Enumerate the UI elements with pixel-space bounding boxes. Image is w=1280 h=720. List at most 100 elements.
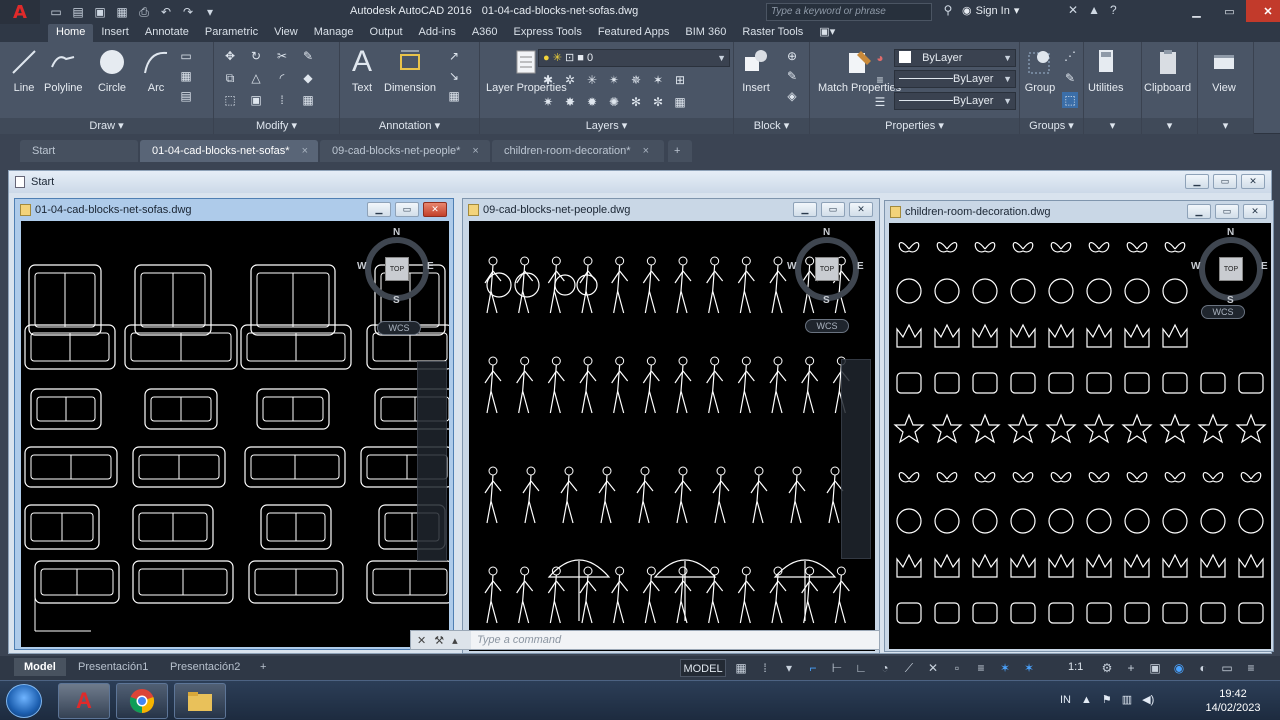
- start-button[interactable]: [6, 684, 42, 718]
- wcs-menu[interactable]: WCS: [805, 319, 849, 333]
- tab-manage[interactable]: Manage: [306, 24, 362, 42]
- ungroup-icon[interactable]: ⋰: [1062, 48, 1078, 64]
- annotation-visibility-icon[interactable]: ✶: [996, 659, 1014, 677]
- navigation-bar[interactable]: [417, 361, 447, 561]
- close-tab-icon[interactable]: ×: [643, 145, 649, 157]
- snap-menu-icon[interactable]: ▾: [780, 659, 798, 677]
- hardware-acceleration-icon[interactable]: ◉: [1170, 659, 1188, 677]
- viewcube-top-face[interactable]: TOP: [385, 257, 409, 281]
- viewcube-top-face[interactable]: TOP: [1219, 257, 1243, 281]
- annotation-monitor-icon[interactable]: +: [1122, 659, 1140, 677]
- restore-button[interactable]: ▭: [395, 202, 419, 217]
- layout-tab-model[interactable]: Model: [14, 658, 66, 676]
- workspace-gear-icon[interactable]: ⚙: [1098, 659, 1116, 677]
- close-button[interactable]: ✕: [1241, 174, 1265, 189]
- tab-view[interactable]: View: [266, 24, 306, 42]
- minimize-window-button[interactable]: ▁: [1180, 0, 1213, 22]
- layer-walk-icon[interactable]: ✻: [628, 94, 644, 110]
- wcs-menu[interactable]: WCS: [377, 321, 421, 335]
- layer-lock-icon[interactable]: ✴: [606, 72, 622, 88]
- layer-on-icon[interactable]: ✷: [540, 94, 556, 110]
- linetype-dropdown[interactable]: ByLayer ▼: [894, 70, 1016, 88]
- rotate-icon[interactable]: ↻: [248, 48, 264, 64]
- annotation-scale[interactable]: 1:1: [1068, 661, 1083, 673]
- model-space-canvas[interactable]: TOP N S E W WCS: [889, 223, 1271, 649]
- tab-express-tools[interactable]: Express Tools: [506, 24, 590, 42]
- mirror-icon[interactable]: △: [248, 70, 264, 86]
- clipboard-panel-title[interactable]: ▾: [1142, 118, 1197, 134]
- close-command-line-icon[interactable]: ✕: [417, 634, 426, 647]
- new-file-icon[interactable]: ▭: [48, 4, 64, 20]
- tab-a360[interactable]: A360: [464, 24, 506, 42]
- tab-featured-apps[interactable]: Featured Apps: [590, 24, 678, 42]
- layer-isolate-icon[interactable]: ✲: [562, 72, 578, 88]
- wrench-icon[interactable]: ⚒: [434, 634, 444, 647]
- groups-panel-title[interactable]: Groups ▾: [1020, 118, 1083, 134]
- text-button[interactable]: A Text: [346, 45, 378, 95]
- polar-icon[interactable]: ◔: [876, 659, 894, 677]
- clipboard-button[interactable]: Clipboard: [1144, 46, 1191, 95]
- navigation-bar[interactable]: [841, 359, 871, 559]
- open-folder-icon[interactable]: ▤: [70, 4, 86, 20]
- clean-screen-icon[interactable]: ▭: [1218, 659, 1236, 677]
- close-button[interactable]: ✕: [423, 202, 447, 217]
- offset-icon[interactable]: ▦: [300, 92, 316, 108]
- file-tab-sofas[interactable]: 01-04-cad-blocks-net-sofas* ×: [140, 140, 318, 162]
- close-button[interactable]: ✕: [1243, 204, 1267, 219]
- qat-dropdown-icon[interactable]: ▾: [202, 4, 218, 20]
- edit-attributes-icon[interactable]: ◈: [784, 88, 800, 104]
- close-button[interactable]: ✕: [849, 202, 873, 217]
- tab-bim-360[interactable]: BIM 360: [677, 24, 734, 42]
- taskbar-explorer[interactable]: [174, 683, 226, 719]
- restore-button[interactable]: ▭: [1215, 204, 1239, 219]
- array-icon[interactable]: ⁞: [274, 92, 290, 108]
- close-tab-icon[interactable]: ×: [302, 145, 308, 157]
- viewcube-top-face[interactable]: TOP: [815, 257, 839, 281]
- save-icon[interactable]: ▣: [92, 4, 108, 20]
- move-icon[interactable]: ✥: [222, 48, 238, 64]
- rectangle-icon[interactable]: ▭: [178, 48, 194, 64]
- taskbar-autocad[interactable]: A: [58, 683, 110, 719]
- draw-panel-title[interactable]: Draw ▾: [0, 118, 213, 134]
- layout-tab-presentacion2[interactable]: Presentación2: [160, 658, 250, 676]
- file-tab-start[interactable]: Start: [20, 140, 138, 162]
- undo-icon[interactable]: ↶: [158, 4, 174, 20]
- save-as-icon[interactable]: ▦: [114, 4, 130, 20]
- system-clock[interactable]: 19:42 14/02/2023: [1198, 687, 1268, 715]
- edit-block-icon[interactable]: ✎: [784, 68, 800, 84]
- help-icon[interactable]: ?: [1110, 3, 1117, 17]
- minimize-button[interactable]: ▁: [367, 202, 391, 217]
- mleader-icon[interactable]: ↘: [446, 68, 462, 84]
- application-menu-button[interactable]: A: [0, 0, 40, 24]
- close-window-button[interactable]: ✕: [1246, 0, 1280, 22]
- color-dropdown[interactable]: ByLayer ▼: [894, 49, 1016, 67]
- tab-home[interactable]: Home: [48, 24, 94, 42]
- tab-output[interactable]: Output: [362, 24, 411, 42]
- isodraft-icon[interactable]: ⟋: [900, 659, 918, 677]
- tab-add-ins[interactable]: Add-ins: [411, 24, 464, 42]
- layer-state-icon[interactable]: ⊞: [672, 72, 688, 88]
- network-icon[interactable]: ▥: [1122, 693, 1132, 706]
- layer-unlock-icon[interactable]: ✺: [606, 94, 622, 110]
- minimize-button[interactable]: ▁: [1187, 204, 1211, 219]
- create-block-icon[interactable]: ⊕: [784, 48, 800, 64]
- ribbon-options-icon[interactable]: ▣▾: [811, 24, 843, 42]
- drawing-window-titlebar[interactable]: 01-04-cad-blocks-net-sofas.dwg ▁ ▭ ✕: [15, 199, 453, 221]
- lineweight-toggle-icon[interactable]: ≡: [972, 659, 990, 677]
- layer-delete-icon[interactable]: ▦: [672, 94, 688, 110]
- layer-merge-icon[interactable]: ✼: [650, 94, 666, 110]
- viewcube[interactable]: TOP N S E W: [1191, 223, 1271, 313]
- file-tab-people[interactable]: 09-cad-blocks-net-people* ×: [320, 140, 490, 162]
- viewcube[interactable]: TOP N S E W: [787, 223, 867, 313]
- utilities-button[interactable]: Utilities: [1088, 46, 1123, 95]
- arc-button[interactable]: Arc: [140, 46, 172, 95]
- group-select-icon[interactable]: ⬚: [1062, 92, 1078, 108]
- plot-icon[interactable]: ⎙: [136, 4, 152, 20]
- model-space-canvas[interactable]: TOP N S E W WCS: [21, 221, 449, 647]
- match-layer-icon[interactable]: ✶: [650, 72, 666, 88]
- file-tab-children-room[interactable]: children-room-decoration* ×: [492, 140, 664, 162]
- group-button[interactable]: Group: [1024, 46, 1056, 95]
- help-search-input[interactable]: Type a keyword or phrase: [766, 3, 932, 21]
- sign-in-button[interactable]: ◉ Sign In ▾: [962, 4, 1019, 18]
- tray-arrow-icon[interactable]: ▲: [1081, 694, 1092, 706]
